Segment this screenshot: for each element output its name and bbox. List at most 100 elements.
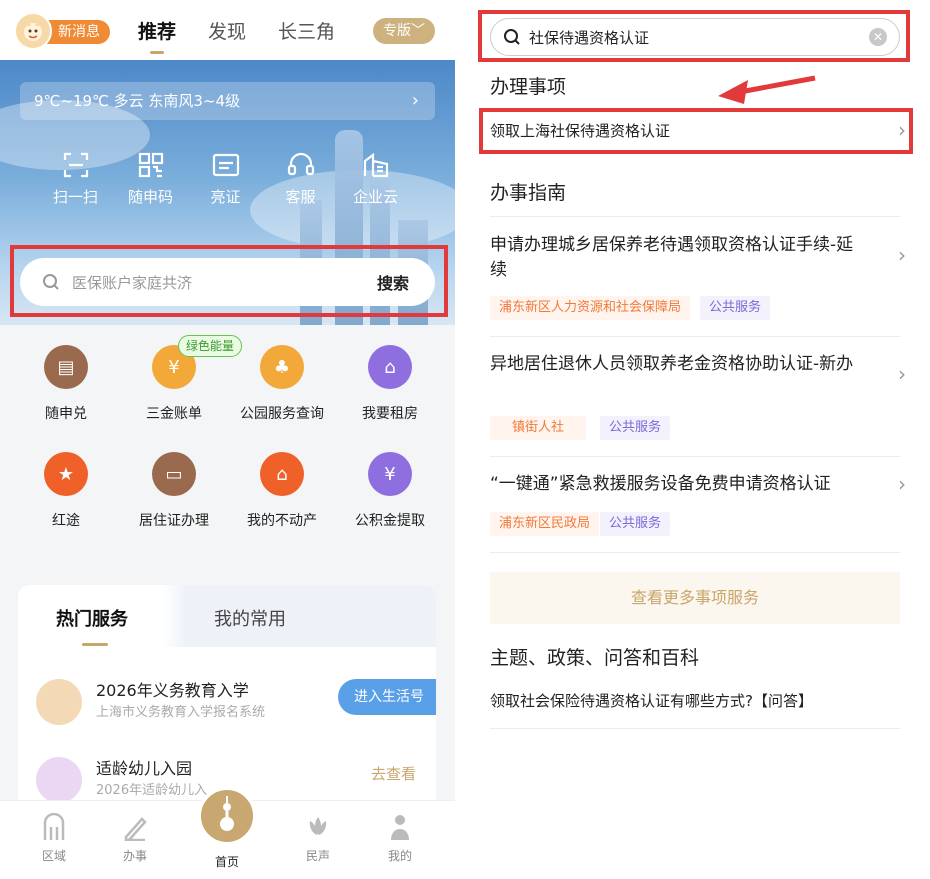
service-item[interactable]: 2026年义务教育入学 上海市义务教育入学报名系统 进入生活号 xyxy=(36,673,436,733)
magnolia-icon xyxy=(309,817,327,835)
grid-item-hongtu[interactable]: ★ 红途 xyxy=(12,452,120,559)
grid-item-real-estate[interactable]: ⌂ 我的不动产 xyxy=(228,452,336,559)
tab-discover[interactable]: 发现 xyxy=(208,17,246,44)
quick-id-label: 亮证 xyxy=(210,188,241,206)
coupon-icon: ▤ xyxy=(44,345,88,389)
nav-affairs[interactable]: 办事 xyxy=(105,813,165,864)
affair-item-link[interactable]: 领取上海社保待遇资格认证 xyxy=(490,120,670,141)
tab-my-frequent[interactable]: 我的常用 xyxy=(214,605,286,631)
service-subtitle: 上海市义务教育入学报名系统 xyxy=(96,705,266,720)
house-icon: ⌂ xyxy=(368,345,412,389)
divider xyxy=(490,552,900,553)
service-grid: ▤ 随申兑 绿色能量 ¥ 三金账单 ♣ 公园服务查询 ⌂ 我要租房 ★ 红途 ▭… xyxy=(0,335,455,559)
red-arrow-annotation xyxy=(718,75,816,104)
quick-enterprise-label: 企业云 xyxy=(352,188,398,206)
guide-title: 异地居住退休人员领取养老金资格协助认证-新办 xyxy=(490,354,854,374)
grid-label: 我的不动产 xyxy=(247,513,317,529)
quick-scan[interactable]: 扫一扫 xyxy=(38,152,113,207)
home-screen: 新消息 推荐 发现 长三角 专版﹀ 9℃~19℃ 多云 东南风3~4级 › 扫一… xyxy=(0,0,455,879)
grid-item-rent-house[interactable]: ⌂ 我要租房 xyxy=(336,345,444,452)
tab-yangtze-delta[interactable]: 长三角 xyxy=(278,17,335,44)
school-icon xyxy=(36,679,82,725)
bottom-nav: 区域 办事 首页 民声 我的 xyxy=(0,787,455,879)
top-bar: 新消息 推荐 发现 长三角 专版﹀ xyxy=(0,0,455,60)
services-card: 热门服务 我的常用 2026年义务教育入学 上海市义务教育入学报名系统 进入生活… xyxy=(18,585,436,810)
service-type-tag: 公共服务 xyxy=(700,296,771,320)
grid-item-park-query[interactable]: ♣ 公园服务查询 xyxy=(228,345,336,452)
nav-label: 民声 xyxy=(305,849,330,863)
search-results-screen: 社保待遇资格认证 ✕ 办理事项 领取上海社保待遇资格认证 › 办事指南 申请办理… xyxy=(470,0,930,879)
divider xyxy=(490,456,900,457)
red-star-icon: ★ xyxy=(44,452,88,496)
quick-customer-service[interactable]: 客服 xyxy=(263,152,338,207)
nav-label: 区域 xyxy=(41,849,66,863)
qr-code-icon xyxy=(138,152,163,178)
weather-text: 9℃~19℃ 多云 东南风3~4级 xyxy=(34,92,241,110)
divider xyxy=(490,216,900,217)
id-card-icon xyxy=(212,153,239,177)
grid-item-residence-permit[interactable]: ▭ 居住证办理 xyxy=(120,452,228,559)
property-icon: ⌂ xyxy=(260,452,304,496)
chevron-right-icon: › xyxy=(898,362,906,386)
service-type-tag: 公共服务 xyxy=(600,416,671,440)
highlight-box xyxy=(10,245,448,317)
grid-item-housing-fund[interactable]: ¥ 公积金提取 xyxy=(336,452,444,559)
scan-icon xyxy=(63,152,88,178)
service-type-tag: 公共服务 xyxy=(600,512,671,536)
quick-show-id[interactable]: 亮证 xyxy=(188,152,263,207)
grid-label: 公园服务查询 xyxy=(240,406,324,422)
nav-label: 我的 xyxy=(387,849,412,863)
quick-qr-code[interactable]: 随申码 xyxy=(113,152,188,207)
section-topics-title: 主题、政策、问答和百科 xyxy=(490,647,700,669)
edition-label: 专版 xyxy=(383,23,411,39)
person-icon xyxy=(391,815,409,840)
view-button[interactable]: 去查看 xyxy=(371,763,416,784)
guide-title: 申请办理城乡居保养老待遇领取资格认证手续-延续 xyxy=(490,235,854,280)
kindergarten-icon xyxy=(36,757,82,803)
divider xyxy=(490,336,900,337)
qa-item-link[interactable]: 领取社会保险待遇资格认证有哪些方式?【问答】 xyxy=(490,690,813,711)
nav-home[interactable] xyxy=(198,787,256,845)
new-message-badge[interactable]: 新消息 xyxy=(14,12,110,50)
headset-icon xyxy=(287,152,314,176)
mascot-avatar xyxy=(14,12,52,50)
quick-actions: 扫一扫 随申码 亮证 客服 企业云 xyxy=(0,152,455,207)
grid-item-suishendui[interactable]: ▤ 随申兑 xyxy=(12,345,120,452)
grid-item-sanjin-bill[interactable]: 绿色能量 ¥ 三金账单 xyxy=(120,335,243,452)
arch-icon xyxy=(43,813,65,840)
section-affairs-title: 办理事项 xyxy=(490,76,567,98)
org-tag: 镇街人社 xyxy=(490,416,587,440)
view-more-button[interactable]: 查看更多事项服务 xyxy=(490,572,900,624)
nav-region[interactable]: 区域 xyxy=(24,813,84,864)
grid-label: 红途 xyxy=(52,513,80,529)
pen-icon xyxy=(124,817,147,841)
grid-label: 随申兑 xyxy=(45,406,87,422)
nav-mine[interactable]: 我的 xyxy=(370,813,430,864)
tab-recommend[interactable]: 推荐 xyxy=(138,17,176,54)
top-tabs: 推荐 发现 长三角 xyxy=(138,0,335,60)
hero-banner: 9℃~19℃ 多云 东南风3~4级 › 扫一扫 随申码 亮证 客服 企业云 医保… xyxy=(0,60,455,325)
guide-title: “一键通”紧急救援服务设备免费申请资格认证 xyxy=(490,474,831,494)
fund-icon: ¥ xyxy=(368,452,412,496)
grid-label: 三金账单 xyxy=(146,406,202,422)
grid-label: 居住证办理 xyxy=(139,513,209,529)
card-icon: ▭ xyxy=(152,452,196,496)
services-tabs: 热门服务 我的常用 xyxy=(18,585,436,647)
tab-hot-services[interactable]: 热门服务 xyxy=(56,605,128,631)
chevron-right-icon: › xyxy=(898,243,906,267)
org-tag: 浦东新区民政局 xyxy=(490,512,600,536)
tab-underline xyxy=(82,643,108,646)
enter-life-button[interactable]: 进入生活号 xyxy=(338,679,436,715)
weather-bar[interactable]: 9℃~19℃ 多云 东南风3~4级 › xyxy=(20,82,435,120)
chevron-right-icon: › xyxy=(411,90,419,111)
highlight-box xyxy=(478,10,910,62)
service-subtitle: 2026年适龄幼儿入 xyxy=(96,783,208,798)
edition-button[interactable]: 专版﹀ xyxy=(373,18,435,44)
nav-home-label: 首页 xyxy=(214,855,239,869)
quick-enterprise-cloud[interactable]: 企业云 xyxy=(338,152,413,207)
nav-public-voice[interactable]: 民声 xyxy=(288,813,348,864)
quick-qr-label: 随申码 xyxy=(127,188,173,206)
grid-label: 我要租房 xyxy=(362,406,418,422)
service-title: 2026年义务教育入学 xyxy=(96,681,249,700)
nav-label: 办事 xyxy=(122,849,147,863)
